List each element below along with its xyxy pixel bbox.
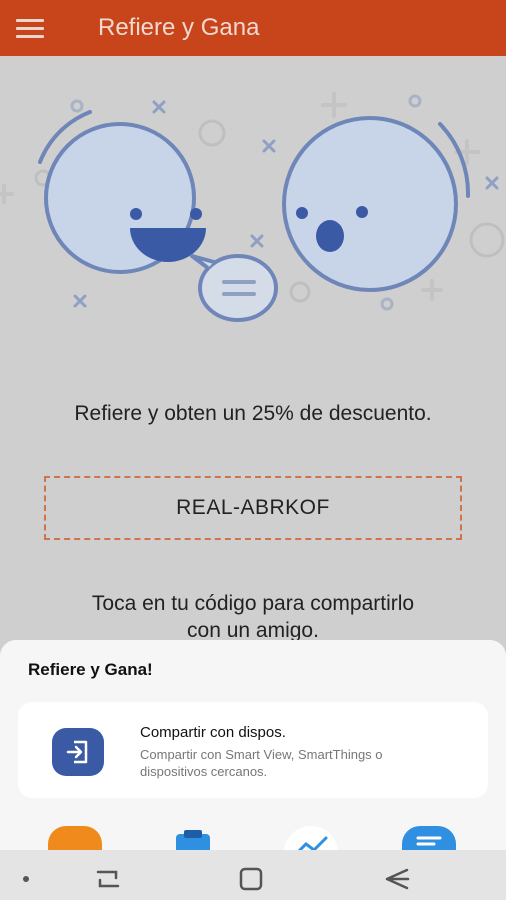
back-arrow-icon[interactable] (385, 868, 410, 890)
home-icon[interactable] (239, 867, 263, 891)
hamburger-menu-icon[interactable] (16, 8, 56, 48)
share-to-device-icon (52, 728, 104, 776)
app-bar: Refiere y Gana (0, 0, 506, 56)
main-content: Refiere y obten un 25% de descuento. REA… (0, 56, 506, 656)
message-app-icon[interactable] (402, 826, 456, 850)
share-to-device-option[interactable]: Compartir con dispos. Compartir con Smar… (18, 702, 488, 798)
share-sheet-title: Refiere y Gana! (28, 660, 153, 679)
discount-headline: Refiere y obten un 25% de descuento. (74, 402, 432, 425)
orange-app-icon[interactable] (48, 826, 102, 850)
recents-icon[interactable] (96, 870, 120, 888)
share-option-title: Compartir con dispos. (140, 724, 286, 741)
nav-dot-icon[interactable] (23, 876, 29, 882)
two-smiley-faces-chat-illustration (0, 92, 505, 322)
share-app-row (0, 820, 506, 850)
system-navigation-bar (0, 850, 506, 900)
referral-code-button[interactable]: REAL-ABRKOF (44, 476, 462, 540)
page-title: Refiere y Gana (98, 14, 260, 41)
chart-app-icon[interactable] (284, 826, 338, 850)
share-hint-line-1: Toca en tu código para compartirlo (91, 592, 415, 615)
share-sheet: Refiere y Gana! Compartir con dispos. Co… (0, 640, 506, 850)
share-option-subtitle: Compartir con Smart View, SmartThings o … (140, 747, 383, 779)
clipboard-app-icon[interactable] (166, 826, 220, 850)
share-hint-text: Toca en tu código para compartirlo con u… (0, 590, 506, 644)
